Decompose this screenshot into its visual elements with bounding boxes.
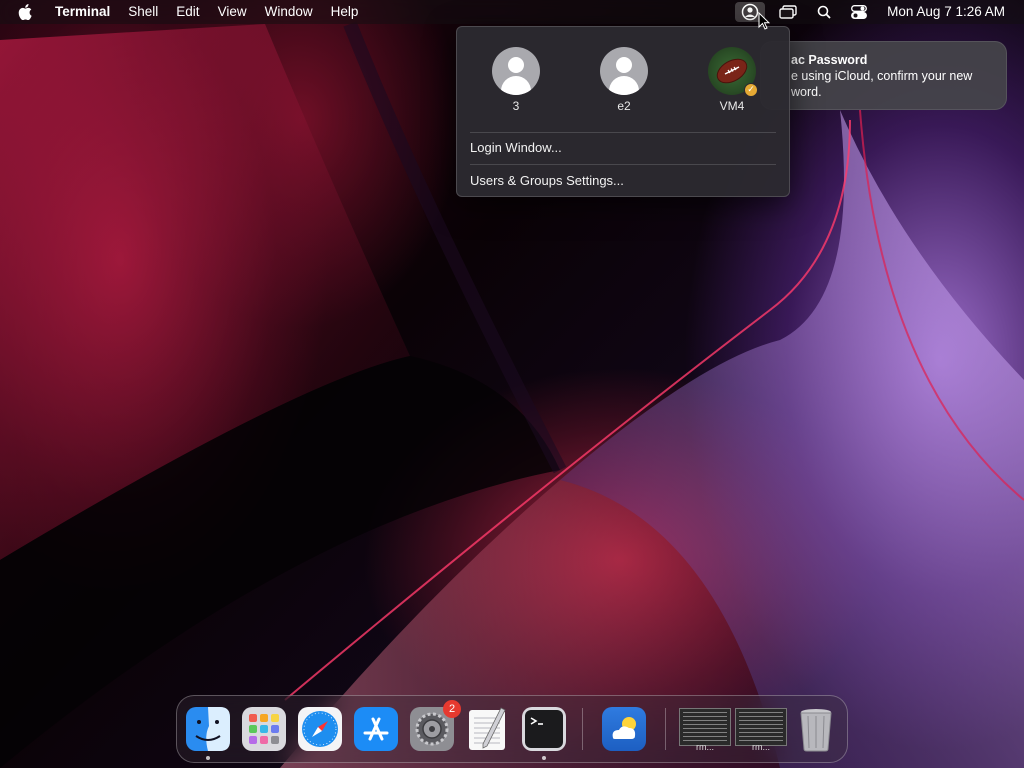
minimized-terminal-window[interactable] [735, 708, 787, 746]
control-center-icon[interactable] [841, 0, 877, 24]
dock-separator [665, 708, 666, 750]
notification-body: e using iCloud, confirm your new word. [791, 69, 973, 99]
dock-separator [582, 708, 583, 750]
dock-finder[interactable] [185, 706, 231, 760]
dock-app-store[interactable] [353, 706, 399, 752]
dock-launchpad[interactable] [241, 706, 287, 752]
menu-separator [470, 132, 776, 133]
safari-icon [298, 707, 342, 751]
running-indicator [206, 756, 210, 760]
minimized-terminal-window[interactable] [679, 708, 731, 746]
running-indicator [542, 756, 546, 760]
user-account-e2[interactable]: e2 [584, 47, 664, 113]
football-icon: ✓ [708, 47, 758, 97]
minimized-window-label: rm... [696, 742, 714, 752]
weather-icon [602, 707, 646, 751]
dock-textedit[interactable] [465, 706, 511, 752]
users-groups-settings-item[interactable]: Users & Groups Settings... [470, 173, 624, 188]
apple-menu-icon[interactable] [0, 4, 46, 20]
login-window-item[interactable]: Login Window... [470, 140, 562, 155]
dock-terminal[interactable] [521, 706, 567, 760]
textedit-icon [469, 707, 506, 750]
launchpad-icon [242, 707, 286, 751]
menu-edit[interactable]: Edit [167, 0, 208, 24]
dock-trash[interactable] [793, 706, 839, 752]
dock-weather[interactable] [601, 706, 647, 752]
menu-separator [470, 164, 776, 165]
screen-mirroring-icon[interactable] [769, 0, 807, 24]
spotlight-search-icon[interactable] [807, 0, 841, 24]
menu-view[interactable]: View [209, 0, 256, 24]
user-account-3[interactable]: 3 [476, 47, 556, 113]
user-account-vm4[interactable]: ✓ VM4 [692, 47, 772, 113]
dock-system-settings[interactable]: 2 [409, 700, 461, 752]
generic-user-icon [492, 47, 540, 95]
icloud-password-notification[interactable]: ac Password e using iCloud, confirm your… [760, 41, 1007, 110]
dock: 2 rm... rm... [176, 695, 848, 763]
dock-safari[interactable] [297, 706, 343, 752]
user-name: e2 [617, 99, 631, 113]
finder-icon [186, 707, 230, 751]
terminal-icon [522, 707, 566, 751]
menu-clock[interactable]: Mon Aug 7 1:26 AM [877, 0, 1024, 24]
fast-user-switching-menu: 3 e2 ✓ VM4 Login Window... Users & Group… [456, 26, 790, 197]
menu-bar: Terminal Shell Edit View Window Help Mon… [0, 0, 1024, 24]
app-store-icon [354, 707, 398, 751]
user-name: VM4 [719, 99, 745, 113]
minimized-window-label: rm... [752, 742, 770, 752]
notification-title: ac Password [791, 53, 868, 67]
logged-in-check-icon: ✓ [744, 83, 758, 97]
menu-help[interactable]: Help [322, 0, 368, 24]
menu-shell[interactable]: Shell [119, 0, 167, 24]
menu-app-name[interactable]: Terminal [46, 0, 119, 24]
generic-user-icon [600, 47, 648, 95]
user-name: 3 [512, 99, 520, 113]
notification-badge: 2 [443, 700, 461, 718]
menu-window[interactable]: Window [256, 0, 322, 24]
mouse-cursor-icon [758, 12, 770, 30]
trash-icon [800, 709, 832, 752]
